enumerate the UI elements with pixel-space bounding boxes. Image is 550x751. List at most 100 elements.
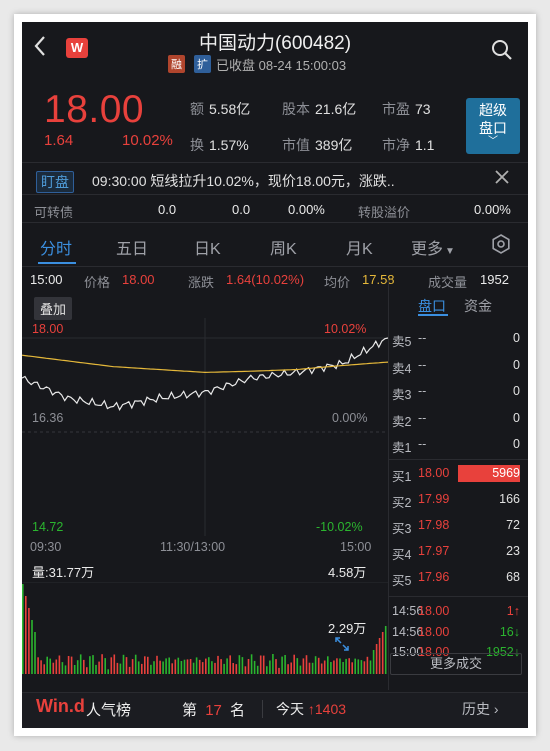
more-trades-button[interactable]: 更多成交 [390, 653, 522, 675]
divider [262, 700, 263, 718]
volume-bar [34, 632, 36, 674]
price-change-pct: 10.02% [122, 132, 173, 149]
volume-bar [55, 659, 58, 674]
axis-high-pct: 10.02% [324, 322, 367, 336]
sell-row-label: 卖3 [392, 388, 412, 402]
volume-bar [275, 659, 277, 674]
volume-bar [287, 664, 289, 674]
volume-bar [83, 659, 85, 674]
volume-bar [31, 620, 33, 674]
watch-alert-text[interactable]: 09:30:00 短线拉升10.02%，现价18.00元，涨跌.. [92, 171, 395, 191]
orderbook-tab-indicator [418, 314, 448, 316]
volume-bar [363, 661, 366, 674]
history-link[interactable]: 历史 › [462, 699, 499, 719]
sell-row-volume: 0 [513, 384, 520, 398]
volume-bar [40, 660, 42, 674]
volume-bar [95, 664, 97, 674]
active-tab-indicator [38, 262, 76, 264]
conversion-premium-label: 转股溢价 [358, 205, 411, 220]
volume-bar [333, 660, 335, 674]
close-icon[interactable] [492, 167, 512, 187]
volume-bar [22, 584, 24, 674]
volume-bar [147, 656, 149, 674]
wind-brand: Win.d [36, 696, 85, 716]
super-level-button[interactable]: 超级 盘口 ﹀ [466, 98, 520, 154]
sell-row-label: 卖4 [392, 361, 412, 376]
watch-alert-tag[interactable]: 盯盘 [36, 171, 74, 193]
volume-bar [79, 654, 82, 674]
volume-bar [241, 657, 244, 674]
volume-bar [67, 656, 70, 674]
volume-bar [256, 665, 259, 674]
volume-max: 4.58万 [328, 565, 367, 580]
volume-chart[interactable] [22, 582, 388, 674]
volume-bar [223, 663, 225, 674]
sell-row-price: -- [418, 331, 427, 345]
app-screen: W 中国动力(600482) 融 扩 已收盘 08-24 15:00:03 18… [22, 22, 528, 728]
divider [22, 222, 528, 223]
convertible-label: 可转债 [34, 205, 74, 220]
stat-turnover: 换 1.57% [190, 137, 249, 153]
volume-bar [305, 655, 308, 674]
search-icon[interactable] [490, 38, 514, 62]
volume-bar [28, 608, 30, 674]
tab-monthly-k[interactable]: 月K [346, 235, 373, 259]
caret-down-icon: ▼ [445, 246, 455, 257]
tab-weekly-k[interactable]: 周K [270, 235, 297, 259]
volume-bar [58, 655, 61, 674]
volume-bar [369, 660, 372, 674]
volume-bar [192, 662, 195, 674]
buy-row-label: 买4 [392, 548, 412, 562]
popularity-list-label[interactable]: 人气榜 [86, 699, 131, 720]
popularity-rank[interactable]: 第 17 名 [182, 699, 245, 720]
volume-bar [150, 664, 152, 674]
volume-bar [113, 654, 116, 674]
tab-intraday[interactable]: 分时 [40, 235, 72, 259]
super-level-line2: 盘口 [479, 120, 507, 136]
volume-bar [61, 662, 64, 674]
intraday-price-chart[interactable] [22, 318, 388, 536]
volume-bar [101, 654, 103, 674]
last-price: 18.00 [44, 88, 145, 131]
tab-more[interactable]: 更多 ▼ [411, 235, 455, 259]
today-rank-change[interactable]: 今天 ↑1403 [276, 699, 346, 719]
price-change: 1.64 [44, 132, 74, 149]
volume-bar [217, 655, 219, 674]
volume-bar [229, 655, 231, 674]
tab-daily-k[interactable]: 日K [194, 235, 221, 259]
convertible-value-1: 0.0 [158, 202, 177, 217]
info-time: 15:00 [30, 272, 63, 287]
volume-bar [299, 665, 302, 674]
info-volume: 1952 [480, 272, 509, 287]
overlay-button[interactable]: 叠加 [34, 297, 73, 320]
volume-bar [73, 665, 76, 674]
volume-bar [308, 662, 311, 674]
volume-bar [144, 656, 146, 674]
volume-bar [320, 663, 323, 674]
volume-bar [156, 655, 158, 674]
volume-bar [52, 662, 55, 674]
settings-icon[interactable] [490, 233, 512, 255]
divider [22, 266, 528, 267]
tab-capital[interactable]: 资金 [464, 296, 492, 316]
volume-bar [381, 632, 384, 674]
stat-amount: 额 5.58亿 [190, 101, 251, 117]
conversion-premium-value: 0.00% [474, 202, 511, 217]
volume-bar [342, 662, 344, 674]
sell-row-volume: 0 [513, 357, 520, 372]
expand-tag: 扩 [194, 55, 211, 73]
sell-row-price: -- [418, 410, 427, 425]
volume-bar [247, 659, 250, 674]
volume-bar [70, 656, 73, 674]
sell-row-label: 卖2 [392, 414, 412, 429]
divider [388, 459, 528, 460]
volume-bar [266, 666, 268, 674]
volume-bar [64, 665, 67, 674]
tab-five-day[interactable]: 五日 [116, 235, 148, 259]
volume-bar [336, 658, 338, 674]
volume-bar [278, 667, 280, 674]
info-price-label: 价格 [84, 275, 111, 290]
tab-orderbook[interactable]: 盘口 [418, 296, 446, 316]
time-midday: 11:30/13:00 [160, 540, 226, 554]
volume-bar [92, 655, 94, 674]
